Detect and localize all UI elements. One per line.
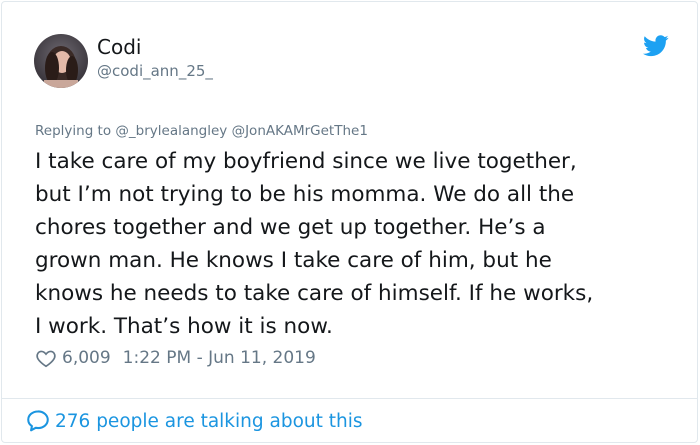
talking-count-label: 276 people are talking about this — [55, 410, 363, 432]
twitter-bird-icon[interactable] — [643, 35, 669, 57]
tweet-card: Codi @codi_ann_25_ Replying to @_bryleal… — [1, 1, 698, 443]
replying-to: Replying to @_brylealangley @JonAKAMrGet… — [35, 123, 368, 139]
tweet-meta: 6,009 1:22 PM - Jun 11, 2019 — [35, 346, 316, 370]
like-count[interactable]: 6,009 — [62, 348, 111, 368]
avatar[interactable] — [34, 34, 88, 88]
timestamp-link[interactable]: 1:22 PM - Jun 11, 2019 — [123, 348, 316, 368]
avatar-photo — [34, 34, 88, 88]
author-handle[interactable]: @codi_ann_25_ — [97, 62, 213, 80]
replying-to-label: Replying to — [35, 123, 112, 139]
reply-mentions-link[interactable]: @_brylealangley @JonAKAMrGetThe1 — [115, 123, 368, 139]
tweet-text: I take care of my boyfriend since we liv… — [35, 149, 594, 339]
author-name[interactable]: Codi — [97, 35, 141, 59]
conversation-link[interactable]: 276 people are talking about this — [25, 408, 363, 434]
divider — [2, 398, 697, 399]
speech-bubble-icon — [27, 410, 49, 432]
heart-icon[interactable] — [35, 347, 57, 369]
